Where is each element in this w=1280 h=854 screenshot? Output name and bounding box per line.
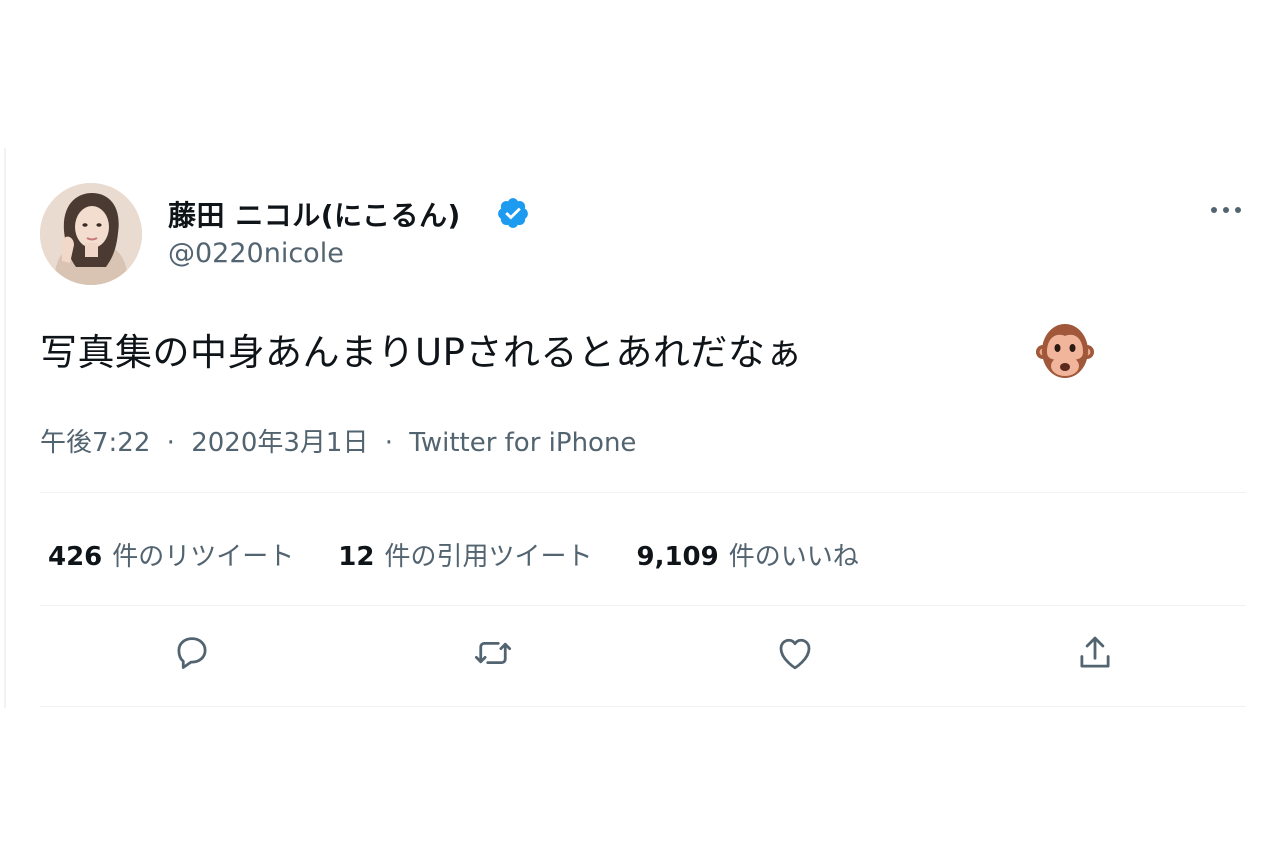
more-options-icon[interactable] <box>1208 200 1244 224</box>
retweet-button[interactable] <box>471 633 515 677</box>
like-button[interactable] <box>773 633 817 677</box>
quote-count: 12 <box>338 541 375 572</box>
user-handle[interactable]: @0220nicole <box>168 238 344 269</box>
divider <box>40 492 1246 493</box>
avatar[interactable] <box>40 183 142 285</box>
engagement-stats: 426 件のリツイート 12 件の引用ツイート 9,109 件のいいね <box>48 534 903 574</box>
tweet-time[interactable]: 午後7:22 <box>40 428 150 458</box>
tweet-meta: 午後7:22 · 2020年3月1日 · Twitter for iPhone <box>40 422 636 459</box>
meta-separator: · <box>166 428 175 458</box>
reply-button[interactable] <box>170 633 214 677</box>
tweet-card: 藤田 ニコル(にこるん) @0220nicole 写真集の中身あんまりUPされる… <box>0 0 1280 854</box>
divider <box>40 605 1246 606</box>
monkey-face-emoji-icon <box>1036 320 1094 386</box>
retweet-count: 426 <box>48 541 103 572</box>
retweet-label: 件のリツイート <box>112 541 295 572</box>
quote-count-link[interactable]: 12 件の引用ツイート <box>338 536 592 573</box>
quote-label: 件の引用ツイート <box>384 541 593 572</box>
tweet-date[interactable]: 2020年3月1日 <box>191 428 368 458</box>
retweet-icon <box>471 632 515 678</box>
share-icon <box>1074 632 1116 678</box>
retweet-count-link[interactable]: 426 件のリツイート <box>48 536 294 573</box>
tweet-text: 写真集の中身あんまりUPされるとあれだなぁ <box>40 331 803 374</box>
verified-badge-icon <box>496 196 530 234</box>
display-name[interactable]: 藤田 ニコル(にこるん) <box>168 194 461 234</box>
share-button[interactable] <box>1073 633 1117 677</box>
like-icon <box>774 632 816 678</box>
like-label: 件のいいね <box>728 541 859 572</box>
reply-icon <box>171 632 213 678</box>
meta-separator: · <box>384 428 393 458</box>
tweet-source[interactable]: Twitter for iPhone <box>409 428 636 458</box>
divider <box>40 706 1246 707</box>
like-count: 9,109 <box>636 541 719 572</box>
like-count-link[interactable]: 9,109 件のいいね <box>637 536 859 573</box>
